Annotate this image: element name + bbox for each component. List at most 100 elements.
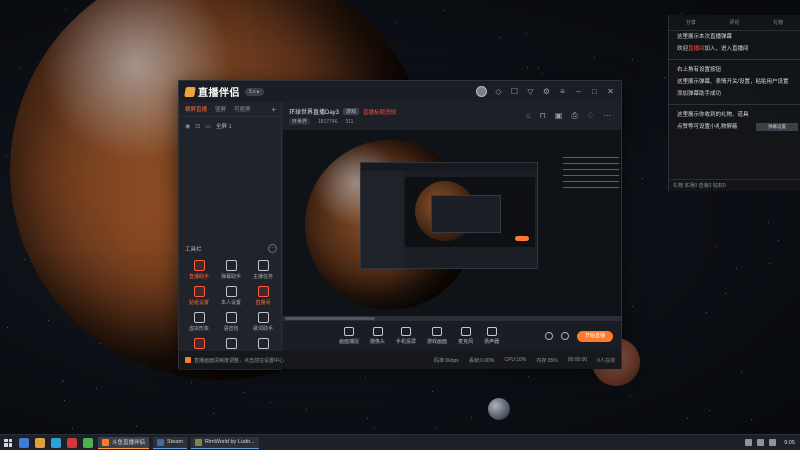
record-icon[interactable]: ▣ [555, 111, 563, 121]
chat-message: 欢迎直播间加入，进入直播间 [677, 46, 749, 52]
chat-message: 这里展示你收到的礼物、道具 [677, 112, 749, 118]
share-tab[interactable]: 分享 [686, 19, 696, 26]
taskbar: 斗鱼直播伴侣 Steam RimWorld by Ludo... 9:05 [0, 434, 800, 450]
source-button[interactable]: 扬声器 [484, 327, 499, 345]
lock-icon[interactable]: ⊡ [195, 123, 200, 130]
danmaku-settings-button[interactable]: 弹幕设置 [756, 123, 798, 131]
source-button[interactable]: 麦克风 [458, 327, 473, 345]
minimize-icon[interactable]: – [574, 87, 583, 96]
settings-icon[interactable] [561, 332, 569, 340]
message-icon[interactable]: ☐ [510, 87, 519, 96]
start-button[interactable] [0, 435, 16, 450]
chat-message: 这里展示弹幕、表情开关/设置，粘贴用户设置 [677, 79, 789, 85]
tray-icon[interactable] [745, 439, 753, 446]
edge-icon[interactable] [51, 437, 61, 448]
tool-item[interactable]: 直播间 [247, 286, 279, 306]
go-live-button[interactable]: 开始直播 [577, 330, 613, 342]
overlay-messages: 这里展示本次直播弹幕 欢迎直播间加入，进入直播间 右上角有设置按钮 这里展示弹幕、表情… [669, 31, 800, 133]
star [373, 427, 375, 429]
source-label: 扬声器 [484, 339, 500, 345]
stage-icons: ⌂ ⊓ ▣ ⎙ ♢ ⋯ [526, 111, 611, 121]
tool-item[interactable]: 虚拟形象 [183, 312, 215, 332]
tab-landscape[interactable]: 横屏直播 [185, 105, 207, 113]
source-button[interactable]: 画面捕捉 [339, 327, 359, 345]
category-tag[interactable]: 环世界 [289, 118, 311, 125]
source-button[interactable]: 摄像头 [370, 327, 385, 345]
tab-split[interactable]: 可居屏 [234, 105, 251, 113]
tool-item[interactable]: 语音包 [215, 312, 247, 332]
tab-portrait[interactable]: 竖屏 [215, 105, 226, 113]
star [537, 68, 539, 70]
diamond-icon[interactable]: ◇ [494, 87, 503, 96]
avatar[interactable] [476, 86, 487, 97]
tip[interactable]: 直播画面清晰度调整，点击前往设置中心 [185, 357, 284, 364]
folder-icon[interactable] [35, 437, 45, 448]
taskbar-app[interactable]: Steam [153, 436, 187, 449]
star [715, 245, 717, 247]
more-icon[interactable]: ··· [268, 244, 277, 253]
add-scene-icon[interactable]: + [271, 105, 276, 114]
stream-preview[interactable] [283, 130, 621, 316]
tool-label: 语音包 [223, 326, 239, 332]
tool-icon [225, 260, 237, 271]
star [71, 427, 73, 429]
source-icon [372, 327, 383, 336]
stat-item: 丢帧:0.00% [468, 357, 495, 364]
star [213, 413, 215, 415]
search-icon[interactable] [19, 437, 29, 448]
tool-item[interactable]: 本人设置 [215, 286, 247, 306]
tool-item[interactable]: 歌词助手 [247, 312, 279, 332]
tip-text: 直播画面清晰度调整，点击前往设置中心 [194, 357, 285, 364]
app-icon[interactable] [67, 437, 77, 448]
star [629, 395, 631, 397]
clock[interactable]: 9:05 [784, 440, 795, 446]
tool-item[interactable]: 主播任务 [247, 260, 279, 280]
source-button[interactable]: 手机投屏 [396, 327, 416, 345]
gift-icon[interactable]: ⌂ [526, 111, 531, 121]
maximize-icon[interactable]: □ [590, 87, 599, 96]
menu-icon[interactable]: ≡ [558, 87, 567, 96]
star [136, 425, 138, 427]
star [65, 9, 67, 11]
taskbar-apps: 斗鱼直播伴侣 Steam RimWorld by Ludo... [96, 436, 261, 449]
taskbar-app[interactable]: 斗鱼直播伴侣 [98, 436, 150, 449]
lock-icon[interactable]: ⊓ [540, 111, 546, 121]
star [270, 401, 272, 403]
taskbar-app[interactable]: RimWorld by Ludo... [190, 436, 259, 449]
tool-item[interactable]: 直播助手 [183, 260, 215, 280]
tool-icon [225, 338, 237, 349]
star [63, 400, 65, 402]
scrollbar-thumb[interactable] [285, 317, 375, 320]
wechat-icon[interactable] [83, 437, 93, 448]
share-icon[interactable]: ⎙ [571, 111, 577, 121]
more-icon[interactable]: ⋯ [603, 111, 611, 121]
comment-tab[interactable]: 评论 [729, 19, 739, 26]
settings-icon[interactable]: ⚙ [542, 87, 551, 96]
room-tag[interactable]: 游戏 [343, 108, 360, 115]
tool-item[interactable]: 弹幕助手 [215, 260, 247, 280]
star [190, 381, 192, 383]
star [305, 408, 307, 410]
tool-item[interactable]: 贴纸设置 [183, 286, 215, 306]
source-label: 麦克风 [458, 339, 474, 345]
room-title[interactable]: 环球世界直播Day3 [289, 107, 339, 116]
stat-item: 码率:0kbps [434, 357, 459, 364]
source-icon [486, 327, 497, 336]
version-badge[interactable]: 5.x ▸ [245, 87, 264, 96]
shirt-icon[interactable]: ▽ [526, 87, 535, 96]
source-button[interactable]: 游戏画面 [427, 327, 447, 345]
star [736, 267, 738, 269]
close-icon[interactable]: ✕ [606, 87, 615, 96]
app-name: 直播伴侣 [198, 88, 240, 99]
bell-icon[interactable]: ♢ [587, 111, 594, 121]
app-label: Steam [167, 439, 183, 445]
tool-label: 贴纸设置 [188, 300, 209, 306]
gift-tab[interactable]: 礼物 [773, 19, 783, 26]
star [48, 320, 50, 322]
eye-icon[interactable]: ◉ [185, 123, 190, 130]
camera-icon[interactable] [545, 332, 553, 340]
volume-icon[interactable] [769, 439, 777, 446]
network-icon[interactable] [757, 439, 765, 446]
nested-sidebar [361, 171, 403, 268]
scene-item[interactable]: ◉ ⊡ ▭ 全屏 1 [179, 117, 281, 135]
